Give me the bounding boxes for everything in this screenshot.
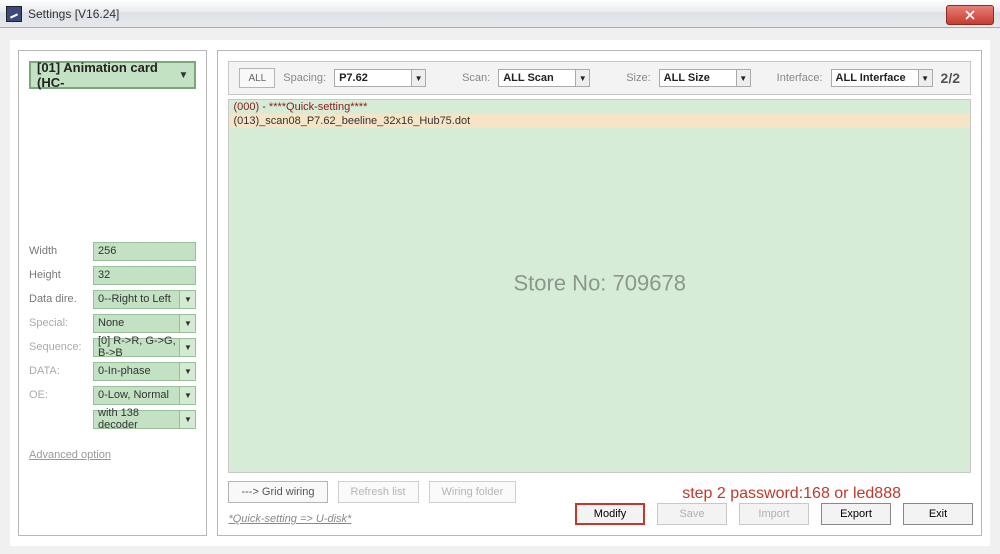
- chevron-down-icon: ▼: [736, 70, 750, 86]
- oe-select[interactable]: 0-Low, Normal▼: [93, 386, 196, 405]
- list-item[interactable]: (013)_scan08_P7.62_beeline_32x16_Hub75.d…: [229, 114, 970, 128]
- size-label: Size:: [626, 72, 650, 84]
- row-special: Special: None▼: [29, 311, 196, 335]
- card-select[interactable]: [01] Animation card (HC- ▼: [29, 61, 196, 89]
- result-list[interactable]: (000) - ****Quick-setting**** (013)_scan…: [228, 99, 971, 473]
- filter-all-button[interactable]: ALL: [239, 68, 275, 88]
- modify-button[interactable]: Modify: [575, 503, 645, 525]
- close-icon: [965, 10, 975, 20]
- filter-bar: ALL Spacing: P7.62▼ Scan: ALL Scan▼ Size…: [228, 61, 971, 95]
- titlebar: Settings [V16.24]: [0, 0, 1000, 28]
- interface-select[interactable]: ALL Interface▼: [831, 69, 933, 87]
- size-select[interactable]: ALL Size▼: [659, 69, 751, 87]
- data-label: DATA:: [29, 365, 93, 377]
- special-label: Special:: [29, 317, 93, 329]
- card-select-label: [01] Animation card (HC-: [37, 60, 179, 90]
- width-input[interactable]: 256: [93, 242, 196, 261]
- chevron-down-icon: ▼: [179, 291, 195, 308]
- height-input[interactable]: 32: [93, 266, 196, 285]
- window-title: Settings [V16.24]: [28, 7, 119, 21]
- chevron-down-icon: ▼: [411, 70, 425, 86]
- width-label: Width: [29, 245, 93, 257]
- row-height: Height 32: [29, 263, 196, 287]
- height-label: Height: [29, 269, 93, 281]
- special-select[interactable]: None▼: [93, 314, 196, 333]
- datadir-label: Data dire.: [29, 293, 93, 305]
- row-decoder: with 138 decoder▼: [29, 407, 196, 431]
- export-button[interactable]: Export: [821, 503, 891, 525]
- interface-label: Interface:: [777, 72, 823, 84]
- datadir-select[interactable]: 0--Right to Left▼: [93, 290, 196, 309]
- watermark-text: Store No: 709678: [229, 270, 970, 296]
- decoder-select[interactable]: with 138 decoder▼: [93, 410, 196, 429]
- chevron-down-icon: ▼: [575, 70, 589, 86]
- exit-button[interactable]: Exit: [903, 503, 973, 525]
- sequence-label: Sequence:: [29, 341, 93, 353]
- advanced-option-link[interactable]: Advanced option: [29, 449, 196, 461]
- app-icon: [6, 6, 22, 22]
- left-panel: [01] Animation card (HC- ▼ Width 256 Hei…: [18, 50, 207, 536]
- row-oe: OE: 0-Low, Normal▼: [29, 383, 196, 407]
- oe-label: OE:: [29, 389, 93, 401]
- data-select[interactable]: 0-In-phase▼: [93, 362, 196, 381]
- chevron-down-icon: ▼: [179, 363, 195, 380]
- chevron-down-icon: ▼: [179, 339, 195, 356]
- chevron-down-icon: ▼: [179, 70, 189, 81]
- row-width: Width 256: [29, 239, 196, 263]
- chevron-down-icon: ▼: [179, 387, 195, 404]
- close-button[interactable]: [946, 5, 994, 25]
- chevron-down-icon: ▼: [918, 70, 932, 86]
- chevron-down-icon: ▼: [179, 411, 195, 428]
- sequence-select[interactable]: [0] R->R, G->G, B->B▼: [93, 338, 196, 357]
- row-datadir: Data dire. 0--Right to Left▼: [29, 287, 196, 311]
- chevron-down-icon: ▼: [179, 315, 195, 332]
- list-item[interactable]: (000) - ****Quick-setting****: [229, 100, 970, 114]
- import-button[interactable]: Import: [739, 503, 809, 525]
- scan-label: Scan:: [462, 72, 490, 84]
- scan-select[interactable]: ALL Scan▼: [498, 69, 590, 87]
- result-count: 2/2: [941, 70, 960, 86]
- spacing-label: Spacing:: [283, 72, 326, 84]
- row-sequence: Sequence: [0] R->R, G->G, B->B▼: [29, 335, 196, 359]
- right-panel: ALL Spacing: P7.62▼ Scan: ALL Scan▼ Size…: [217, 50, 982, 536]
- save-button[interactable]: Save: [657, 503, 727, 525]
- bottom-bar: Modify Save Import Export Exit: [228, 499, 973, 529]
- row-data: DATA: 0-In-phase▼: [29, 359, 196, 383]
- workarea: [01] Animation card (HC- ▼ Width 256 Hei…: [10, 40, 990, 546]
- spacing-select[interactable]: P7.62▼: [334, 69, 426, 87]
